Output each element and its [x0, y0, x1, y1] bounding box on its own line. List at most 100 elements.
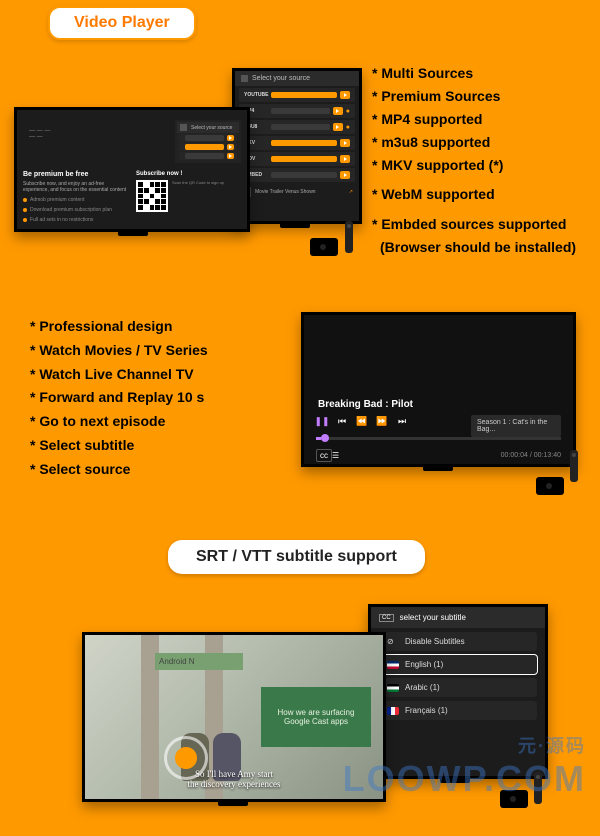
source-bar	[271, 108, 330, 114]
source-row[interactable]	[179, 152, 237, 160]
watermark-en: LOOWP.COM	[343, 758, 586, 799]
premium-option: Download premium subscription plan	[23, 207, 128, 213]
player-controls: ❚❚ ⏮ ⏪ ⏩ ⏭	[316, 415, 408, 427]
tv-sources-large: Select your source YOUTUBE MP4● M3U8● MK…	[232, 68, 362, 224]
play-icon[interactable]	[340, 171, 350, 179]
tv-stand	[423, 467, 453, 471]
source-row[interactable]	[179, 134, 237, 142]
flag-icon-en	[387, 661, 399, 669]
feature-item: * Premium Sources	[372, 85, 586, 108]
subtitle-header: CC select your subtitle	[371, 607, 545, 628]
appletv-box	[536, 477, 564, 495]
tv-premium-panel: — — —— — Select your source Be premium b…	[14, 107, 250, 232]
subtitle-option-english[interactable]: English (1)	[379, 655, 537, 674]
player-viewport[interactable]: Breaking Bad : Pilot ❚❚ ⏮ ⏪ ⏩ ⏭ Season 1…	[304, 315, 573, 464]
feature-item: * Multi Sources	[372, 62, 586, 85]
watermark-cn: 元·源码	[343, 732, 586, 758]
tv-stand	[218, 802, 248, 806]
time-display: 00:00:04 / 00:13:40	[501, 452, 561, 459]
play-icon[interactable]	[227, 135, 234, 141]
rewind-icon[interactable]: ⏪	[356, 415, 368, 427]
watermark: 元·源码 LOOWP.COM	[343, 732, 586, 800]
player-title: Breaking Bad : Pilot	[318, 399, 413, 410]
features-right: * Multi Sources * Premium Sources * MP4 …	[372, 62, 586, 259]
season-selector[interactable]: Season 1 : Cat's in the Bag...	[471, 415, 561, 437]
list-icon	[180, 124, 187, 131]
source-bar	[185, 135, 224, 141]
forward-icon[interactable]: ⏩	[376, 415, 388, 427]
caption-line: the discovery experiences	[85, 779, 383, 789]
source-row[interactable]: YOUTUBE	[239, 88, 355, 102]
feature-item: * Go to next episode	[30, 410, 300, 434]
source-row[interactable]: MP4●	[239, 104, 355, 118]
feature-item: * Select subtitle	[30, 434, 300, 458]
feature-item-sub: (Browser should be installed)	[372, 236, 586, 259]
premium-option: Admob premium content	[23, 197, 128, 203]
cc-button[interactable]: cc	[316, 449, 332, 462]
source-bar	[271, 172, 337, 178]
qr-code	[136, 180, 168, 212]
source-bar	[271, 92, 337, 98]
player-meta-row: cc ☰ 00:00:04 / 00:13:40	[316, 449, 561, 462]
feature-item: * m3u8 supported	[372, 131, 586, 154]
source-row[interactable]: MKV	[239, 136, 355, 150]
sources-header: Select your source	[235, 71, 359, 86]
subtitle-option-disable[interactable]: ⊘ Disable Subtitles	[379, 632, 537, 651]
mini-sources-header: Select your source	[177, 122, 239, 133]
feature-item: * Professional design	[30, 315, 300, 339]
prev-icon[interactable]: ⏮	[336, 415, 348, 427]
subtitle-option-label: English (1)	[405, 660, 443, 669]
tv-stand	[118, 232, 148, 236]
premium-info: Be premium be free Subscribe now, and en…	[23, 171, 128, 223]
movie-title-area: — — —— —	[29, 128, 50, 140]
video-frame: Android N How we are surfacing Google Ca…	[85, 635, 383, 799]
section-title-subtitle: SRT / VTT subtitle support	[168, 540, 425, 574]
feature-item: * Embded sources supported	[372, 213, 586, 236]
next-icon[interactable]: ⏭	[396, 415, 408, 427]
tv-stand	[280, 224, 310, 228]
movie-trailer-row[interactable]: Movie Trailer Venus Shown ↗	[235, 184, 359, 200]
flag-icon-fr	[387, 707, 399, 715]
source-icon[interactable]: ☰	[332, 451, 339, 460]
source-bar	[271, 124, 330, 130]
flag-icon-ar	[387, 684, 399, 692]
progress-thumb[interactable]	[321, 434, 329, 442]
progress-bar[interactable]	[316, 437, 561, 440]
feature-item: * MP4 supported	[372, 108, 586, 131]
source-row[interactable]: M3U8●	[239, 120, 355, 134]
source-bar	[271, 140, 337, 146]
remote-control	[570, 450, 578, 482]
play-icon[interactable]	[340, 91, 350, 99]
appletv-box	[310, 238, 338, 256]
source-row[interactable]: MOV	[239, 152, 355, 166]
source-row[interactable]: EMBED	[239, 168, 355, 182]
cc-icon: CC	[379, 614, 394, 622]
scene-sign: Android N	[155, 653, 243, 670]
mini-sources-label: Select your source	[191, 125, 232, 131]
subtitle-option-french[interactable]: Français (1)	[379, 701, 537, 720]
premium-title: Be premium be free	[23, 171, 128, 178]
play-icon[interactable]	[333, 107, 343, 115]
premium-blurb: Subscribe now, and enjoy an ad-free expe…	[23, 181, 128, 193]
source-row[interactable]	[179, 143, 237, 151]
play-icon[interactable]	[340, 155, 350, 163]
external-icon: ↗	[349, 189, 353, 195]
video-caption: So I'll have Amy start the discovery exp…	[85, 769, 383, 789]
play-icon[interactable]	[333, 123, 343, 131]
play-icon[interactable]	[227, 144, 234, 150]
subscribe-blurb: Scan the QR Code to sign up	[172, 180, 241, 212]
source-label: YOUTUBE	[244, 92, 268, 98]
play-icon[interactable]	[227, 153, 234, 159]
subtitle-option-arabic[interactable]: Arabic (1)	[379, 678, 537, 697]
subtitle-option-label: Disable Subtitles	[405, 637, 465, 646]
feature-item: * MKV supported (*)	[372, 154, 586, 177]
pause-icon[interactable]: ❚❚	[316, 415, 328, 427]
features-left: * Professional design * Watch Movies / T…	[30, 315, 300, 482]
section-title-video-player: Video Player	[48, 6, 196, 40]
play-icon[interactable]	[340, 139, 350, 147]
feature-item: * Watch Live Channel TV	[30, 363, 300, 387]
source-bar	[185, 153, 224, 159]
disable-icon: ⊘	[387, 637, 399, 646]
sources-header-label: Select your source	[252, 75, 310, 82]
feature-item: * WebM supported	[372, 183, 586, 206]
